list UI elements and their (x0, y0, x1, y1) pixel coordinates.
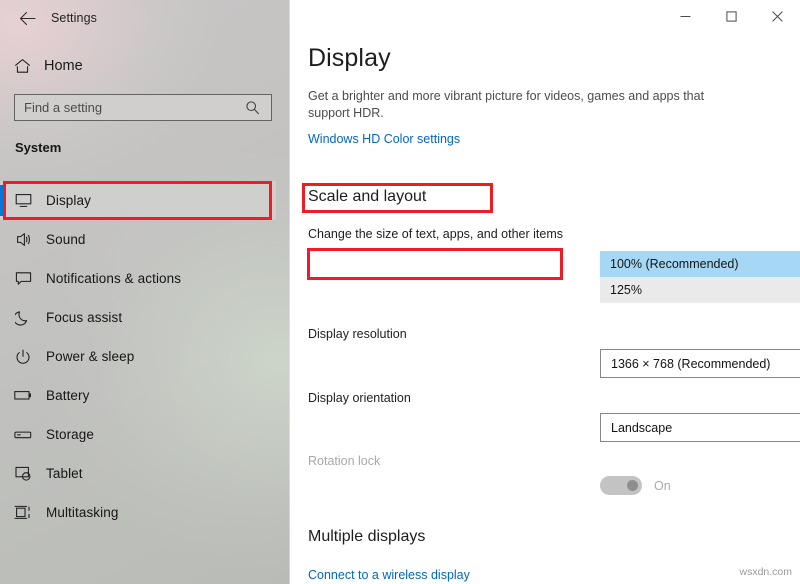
rotation-lock-state: On (654, 479, 671, 493)
sidebar-item-battery[interactable]: Battery (0, 376, 276, 415)
sidebar-group-header: System (15, 140, 61, 155)
moon-icon (0, 310, 46, 326)
page-title: Display (308, 44, 391, 73)
windows-hd-color-settings-link[interactable]: Windows HD Color settings (308, 132, 460, 146)
sidebar-item-home-label: Home (44, 58, 83, 74)
tablet-icon (0, 466, 46, 482)
scale-field-label: Change the size of text, apps, and other… (308, 227, 563, 241)
orientation-value: Landscape (601, 421, 672, 435)
battery-icon (0, 390, 46, 401)
sidebar-item-battery-label: Battery (46, 388, 89, 403)
multiple-displays-heading: Multiple displays (308, 528, 425, 546)
search-input[interactable] (15, 95, 237, 120)
window-controls (662, 0, 800, 32)
selection-accent-bar (0, 185, 4, 216)
back-arrow-icon[interactable] (6, 2, 48, 34)
rotation-lock-toggle-row: On (600, 476, 671, 495)
main-content: Display Get a brighter and more vibrant … (290, 0, 800, 584)
speaker-icon (0, 232, 46, 247)
home-icon (0, 58, 44, 74)
sidebar-item-power-sleep-label: Power & sleep (46, 349, 134, 364)
sidebar-item-multitasking-label: Multitasking (46, 505, 118, 520)
watermark: wsxdn.com (739, 566, 792, 578)
scale-option-100[interactable]: 100% (Recommended) (600, 251, 800, 277)
orientation-field-label: Display orientation (308, 391, 411, 405)
search-box[interactable] (14, 94, 272, 121)
resolution-dropdown[interactable]: 1366 × 768 (Recommended) (600, 349, 800, 378)
sidebar-item-notifications-label: Notifications & actions (46, 271, 181, 286)
sidebar-item-focus-assist-label: Focus assist (46, 310, 122, 325)
sidebar-item-tablet[interactable]: Tablet (0, 454, 276, 493)
resolution-value: 1366 × 768 (Recommended) (601, 357, 770, 371)
sidebar-item-focus-assist[interactable]: Focus assist (0, 298, 276, 337)
settings-window: Settings Home System (0, 0, 800, 584)
sidebar-item-sound[interactable]: Sound (0, 220, 276, 259)
sidebar-nav: Display Sound Notifica (0, 181, 290, 532)
rotation-lock-toggle (600, 476, 642, 495)
sidebar-item-sound-label: Sound (46, 232, 86, 247)
monitor-icon (0, 193, 46, 208)
minimize-button[interactable] (662, 0, 708, 32)
maximize-button[interactable] (708, 0, 754, 32)
scale-dropdown-list[interactable]: 100% (Recommended) 125% (600, 251, 800, 303)
window-title: Settings (51, 11, 97, 25)
rotation-lock-label: Rotation lock (308, 454, 380, 468)
search-icon[interactable] (237, 100, 267, 115)
scale-and-layout-heading: Scale and layout (308, 188, 426, 206)
sidebar-item-display[interactable]: Display (0, 181, 276, 220)
toggle-knob (627, 480, 638, 491)
connect-wireless-display-link[interactable]: Connect to a wireless display (308, 568, 470, 582)
sidebar-item-multitasking[interactable]: Multitasking (0, 493, 276, 532)
sidebar-item-display-label: Display (46, 193, 91, 208)
resolution-field-label: Display resolution (308, 327, 407, 341)
sidebar-item-power-sleep[interactable]: Power & sleep (0, 337, 276, 376)
sidebar-item-storage-label: Storage (46, 427, 94, 442)
sidebar-item-notifications[interactable]: Notifications & actions (0, 259, 276, 298)
storage-icon (0, 430, 46, 440)
multitasking-icon (0, 505, 46, 520)
title-bar-left: Settings (0, 0, 290, 36)
sidebar-item-storage[interactable]: Storage (0, 415, 276, 454)
sidebar-item-tablet-label: Tablet (46, 466, 83, 481)
close-button[interactable] (754, 0, 800, 32)
power-icon (0, 349, 46, 365)
notification-icon (0, 271, 46, 286)
scale-option-125[interactable]: 125% (600, 277, 800, 303)
orientation-dropdown[interactable]: Landscape (600, 413, 800, 442)
hdr-description: Get a brighter and more vibrant picture … (308, 88, 728, 122)
sidebar: Settings Home System (0, 0, 290, 584)
sidebar-item-home[interactable]: Home (0, 50, 280, 82)
